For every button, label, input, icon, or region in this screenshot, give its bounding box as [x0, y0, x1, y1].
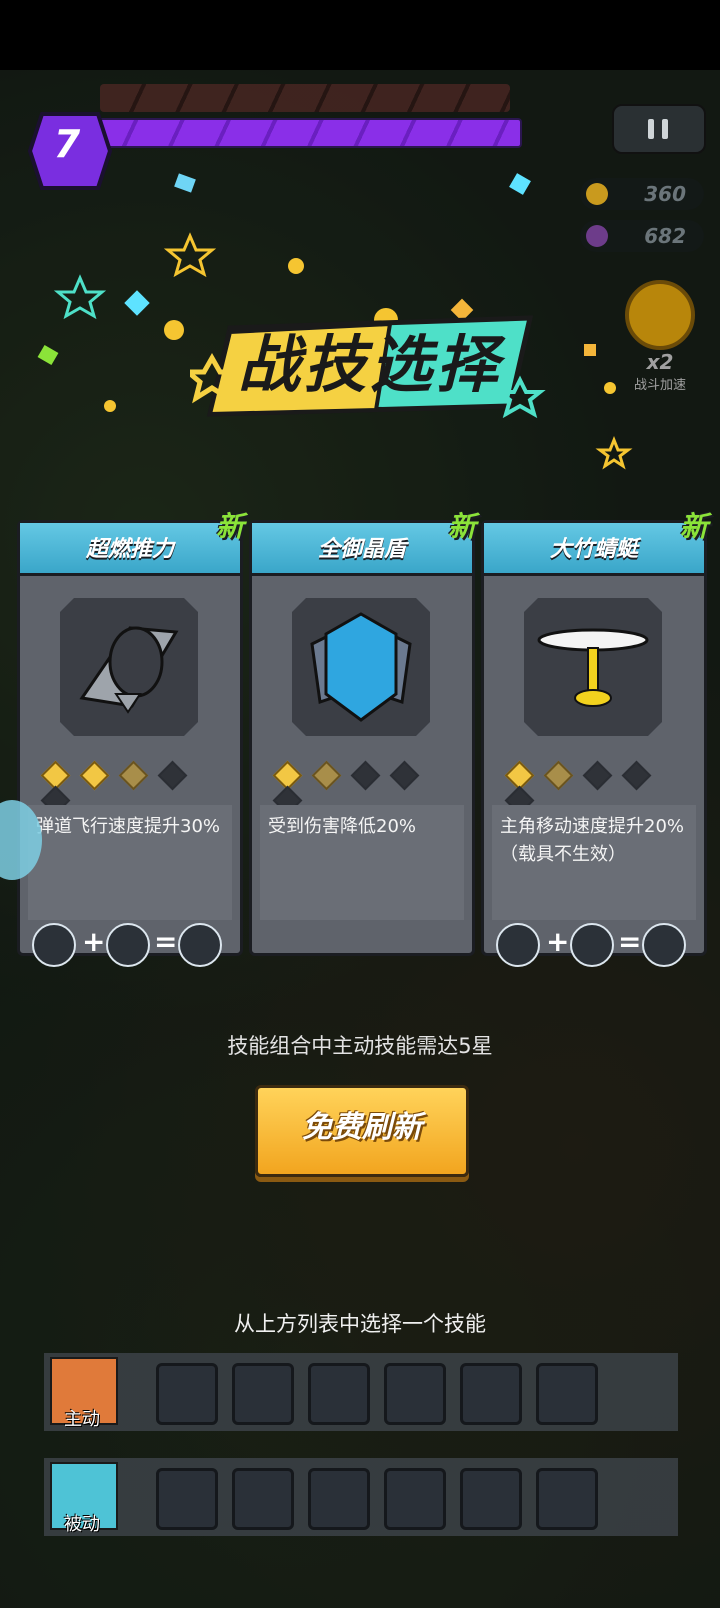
active-skill-slot[interactable] — [156, 1363, 218, 1425]
active-skill-slot[interactable] — [232, 1363, 294, 1425]
card-header: 超燃推力 — [20, 523, 240, 576]
active-skill-slot[interactable] — [536, 1363, 598, 1425]
star-rating — [268, 760, 458, 816]
passive-skill-slot[interactable] — [156, 1468, 218, 1530]
card-header: 全御晶盾 — [252, 523, 472, 576]
thruster-icon — [79, 626, 179, 714]
passive-skill-slot[interactable] — [460, 1468, 522, 1530]
requirement-hint: 技能组合中主动技能需达5星 — [227, 1034, 493, 1058]
crystal-shield-icon — [310, 612, 412, 722]
star-icon — [79, 760, 110, 791]
title-text: 战技选择 — [237, 328, 502, 401]
new-badge: 新 — [215, 510, 244, 543]
star-icon — [118, 760, 149, 791]
star-icon — [621, 760, 652, 791]
combo-ingredient-icon — [106, 923, 150, 967]
passive-skill-slot[interactable] — [308, 1468, 370, 1530]
star-icon — [543, 760, 574, 791]
combo-ingredient-icon — [496, 923, 540, 967]
passive-label-text: 被动 — [64, 1514, 100, 1535]
status-bar — [0, 0, 720, 70]
equals-sign: = — [618, 925, 642, 958]
confetti — [37, 173, 633, 470]
star-icon — [389, 760, 420, 791]
combo-ingredient-icon — [570, 923, 614, 967]
combo-result-icon — [642, 923, 686, 967]
card-name: 大竹蜻蜓 — [549, 537, 638, 562]
bamboo-copter-icon — [537, 628, 649, 707]
skill-card-3[interactable]: 大竹蜻蜓 新 主角移动速度提升20%（载具不生效） + = — [481, 510, 708, 967]
skill-icon-box — [524, 598, 662, 736]
free-refresh-button[interactable]: 免费刷新 — [255, 1085, 469, 1177]
passive-skill-slot[interactable] — [384, 1468, 446, 1530]
star-icon — [350, 760, 381, 791]
star-rating — [36, 760, 226, 816]
card-description: 受到伤害降低20% — [268, 816, 417, 837]
new-badge: 新 — [447, 510, 476, 543]
new-badge: 新 — [679, 510, 708, 543]
skill-icon-box — [60, 598, 198, 736]
passive-skill-slot[interactable] — [232, 1468, 294, 1530]
active-skill-slot[interactable] — [384, 1363, 446, 1425]
passive-skill-row: 被动 — [44, 1458, 678, 1536]
card-name: 超燃推力 — [85, 537, 174, 562]
equals-sign: = — [154, 925, 178, 958]
refresh-label: 免费刷新 — [302, 1110, 422, 1145]
card-description: 弹道飞行速度提升30% — [36, 816, 221, 837]
active-skill-label: 主动 — [50, 1357, 118, 1430]
plus-sign: + — [82, 925, 106, 958]
passive-skill-slot[interactable] — [536, 1468, 598, 1530]
skill-icon-box — [292, 598, 430, 736]
active-skill-slot[interactable] — [308, 1363, 370, 1425]
choose-skill-hint: 从上方列表中选择一个技能 — [234, 1312, 486, 1336]
skill-selection-title: 战技选择 — [190, 310, 550, 420]
card-header: 大竹蜻蜓 — [484, 523, 704, 576]
card-name: 全御晶盾 — [317, 537, 406, 562]
card-description: 主角移动速度提升20%（载具不生效） — [500, 816, 685, 865]
skill-card-1[interactable]: 超燃推力 新 弹道飞行速度提升30% + = — [17, 510, 244, 967]
star-rating — [500, 760, 690, 816]
combo-result-icon — [178, 923, 222, 967]
skill-card-2[interactable]: 全御晶盾 新 受到伤害降低20% — [249, 510, 476, 956]
active-skill-row: 主动 — [44, 1353, 678, 1431]
active-skill-slot[interactable] — [460, 1363, 522, 1425]
combo-recipe: + = — [496, 923, 696, 967]
star-icon — [582, 760, 613, 791]
combo-recipe: + = — [32, 923, 232, 967]
star-icon — [311, 760, 342, 791]
star-icon — [157, 760, 188, 791]
plus-sign: + — [546, 925, 570, 958]
active-label-text: 主动 — [64, 1409, 100, 1430]
passive-skill-label: 被动 — [50, 1462, 118, 1535]
combo-ingredient-icon — [32, 923, 76, 967]
